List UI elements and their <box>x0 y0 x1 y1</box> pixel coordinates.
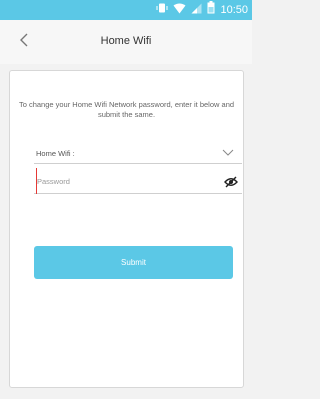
eye-off-icon[interactable] <box>224 175 238 188</box>
status-bar: 10:50 <box>0 0 252 20</box>
wifi-select[interactable]: Home Wifi : <box>34 138 242 164</box>
vibrate-icon <box>156 1 168 19</box>
chevron-down-icon <box>222 144 234 156</box>
form-card: To change your Home Wifi Network passwor… <box>9 70 244 388</box>
battery-icon <box>207 1 215 19</box>
status-icons: 10:50 <box>156 1 248 19</box>
wifi-icon <box>173 1 186 19</box>
status-time: 10:50 <box>220 4 248 16</box>
submit-button[interactable]: Submit <box>34 246 233 279</box>
wifi-select-label: Home Wifi : <box>36 149 75 158</box>
password-field <box>34 168 242 194</box>
password-input[interactable] <box>36 168 217 194</box>
page-title: Home Wifi <box>100 35 152 47</box>
app-bar: Home Wifi <box>0 20 252 64</box>
instruction-text: To change your Home Wifi Network passwor… <box>18 100 235 119</box>
signal-icon <box>191 1 202 19</box>
